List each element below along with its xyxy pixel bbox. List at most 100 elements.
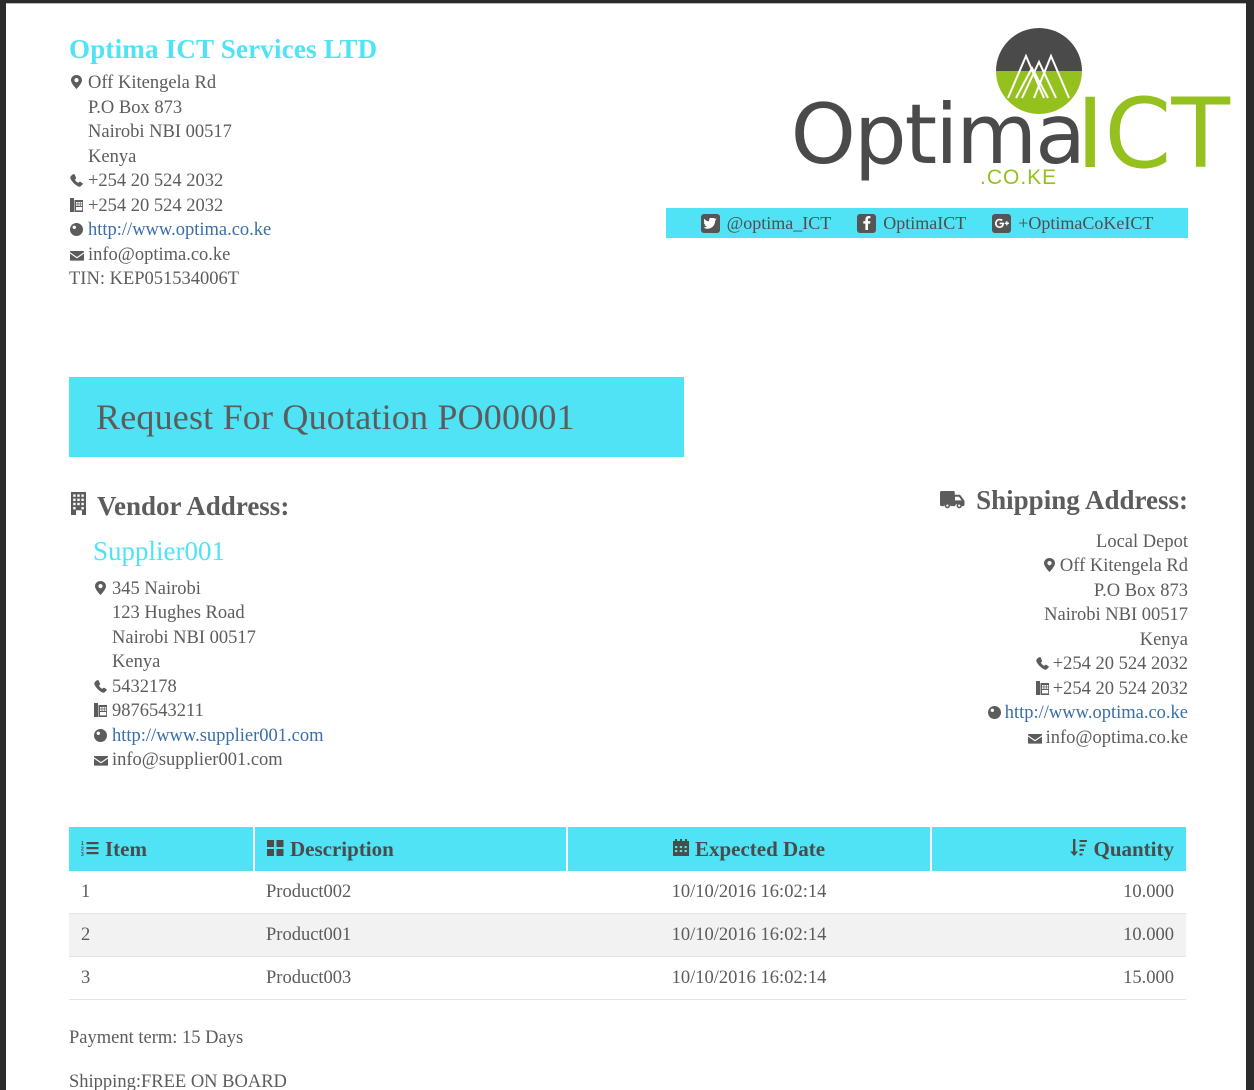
shipping-fax: +254 20 524 2032 <box>1052 678 1188 699</box>
logo-domain: .CO.KE <box>980 166 1058 189</box>
cell-description: Product002 <box>254 871 567 914</box>
vendor-website-row[interactable]: http://www.supplier001.com <box>93 724 589 749</box>
column-header-expected-date-label: Expected Date <box>694 836 826 861</box>
cell-item: 2 <box>69 913 254 957</box>
vendor-phone-row: 5432178 <box>93 675 589 700</box>
vendor-phone: 5432178 <box>112 676 177 697</box>
table-row: 3 Product003 10/10/2016 16:02:14 15.000 <box>69 956 1186 1000</box>
company-address-line: P.O Box 873 <box>88 97 183 118</box>
social-handle-facebook: OptimaICT <box>883 212 967 233</box>
company-address-line: Nairobi NBI 00517 <box>88 122 232 143</box>
globe-icon <box>93 728 108 742</box>
social-link-google-plus[interactable]: +OptimaCoKeICT <box>992 213 1153 234</box>
column-header-item[interactable]: 123 Item <box>69 827 255 871</box>
column-header-expected-date[interactable]: Expected Date <box>567 827 932 871</box>
company-website[interactable]: http://www.optima.co.ke <box>88 220 271 240</box>
company-email: info@optima.co.ke <box>88 244 231 265</box>
cell-expected-date: 10/10/2016 16:02:14 <box>567 956 931 1000</box>
shipping-website-row[interactable]: http://www.optima.co.ke <box>758 701 1188 726</box>
shipping-website[interactable]: http://www.optima.co.ke <box>1005 703 1188 723</box>
shipping-phone: +254 20 524 2032 <box>1052 654 1188 675</box>
cell-description: Product003 <box>254 956 567 1000</box>
fax-icon <box>93 703 108 718</box>
svg-text:3: 3 <box>81 852 84 856</box>
company-street: Off Kitengela Rd <box>88 73 217 94</box>
cell-quantity: 15.000 <box>931 956 1186 1000</box>
social-link-twitter[interactable]: @optima_ICT <box>700 212 832 234</box>
cell-description: Product001 <box>254 913 567 957</box>
vendor-address-line: 123 Hughes Road <box>112 603 245 624</box>
vendor-website[interactable]: http://www.supplier001.com <box>112 726 324 746</box>
vendor-email-row: info@supplier001.com <box>93 748 589 773</box>
vendor-street: 345 Nairobi <box>112 578 201 599</box>
cell-quantity: 10.000 <box>931 913 1186 957</box>
company-name: Optima ICT Services LTD <box>69 34 378 64</box>
company-address-line: Off Kitengela Rd <box>69 71 589 96</box>
list-ol-icon: 123 <box>81 837 99 862</box>
shipping-street: Off Kitengela Rd <box>1059 556 1188 577</box>
shipping-address-heading: Shipping Address: <box>758 485 1188 516</box>
shipping-address-line: Nairobi NBI 00517 <box>1044 605 1188 626</box>
company-fax: +254 20 524 2032 <box>88 195 224 216</box>
social-handle-google-plus: +OptimaCoKeICT <box>1018 212 1154 233</box>
truck-icon <box>940 486 967 516</box>
company-website-row[interactable]: http://www.optima.co.ke <box>69 218 589 243</box>
terms-section: Payment term: 15 Days Shipping:FREE ON B… <box>69 1026 769 1090</box>
cell-item: 1 <box>69 871 254 914</box>
shipping-email-row: info@optima.co.ke <box>758 726 1188 751</box>
cell-item: 3 <box>69 956 254 1000</box>
company-email-row: info@optima.co.ke <box>69 243 589 268</box>
vendor-email: info@supplier001.com <box>112 750 283 771</box>
sort-amount-down-icon <box>1069 837 1088 862</box>
company-phone: +254 20 524 2032 <box>88 171 224 192</box>
envelope-icon <box>1028 733 1043 744</box>
document-page: Optima ICT Services LTD Off Kitengela Rd… <box>6 3 1246 1090</box>
envelope-icon <box>93 756 108 766</box>
phone-icon <box>93 679 108 693</box>
column-header-item-label: Item <box>105 836 147 861</box>
vendor-address-heading-label: Vendor Address: <box>97 491 290 521</box>
document-viewer-frame: Optima ICT Services LTD Off Kitengela Rd… <box>0 0 1254 1090</box>
map-marker-icon <box>93 580 108 595</box>
company-phone-row: +254 20 524 2032 <box>69 169 589 194</box>
vendor-fax: 9876543211 <box>112 701 204 722</box>
column-header-description[interactable]: Description <box>254 827 568 871</box>
document-title: Request For Quotation PO00001 <box>96 397 575 437</box>
company-fax-row: +254 20 524 2032 <box>69 194 589 219</box>
social-link-facebook[interactable]: OptimaICT <box>857 213 966 234</box>
fax-icon <box>1035 680 1050 695</box>
company-logo: Optima .CO.KE ICT <box>784 26 1230 198</box>
shipping-address-line: P.O Box 873 <box>1093 580 1188 601</box>
shipping-email: info@optima.co.ke <box>1045 727 1188 748</box>
cell-quantity: 10.000 <box>931 871 1186 914</box>
google-plus-icon <box>992 213 1012 233</box>
cell-expected-date: 10/10/2016 16:02:14 <box>567 913 931 957</box>
vendor-address-line: Kenya <box>112 652 161 673</box>
map-marker-icon <box>69 75 84 90</box>
phone-icon <box>1035 657 1050 670</box>
vendor-address-line: Nairobi NBI 00517 <box>112 627 256 648</box>
twitter-icon <box>700 213 720 233</box>
vendor-address-line: 345 Nairobi <box>93 577 589 602</box>
envelope-icon <box>69 250 84 261</box>
phone-icon <box>69 174 84 187</box>
social-handle-twitter: @optima_ICT <box>726 212 832 233</box>
map-marker-icon <box>1042 558 1057 573</box>
document-title-banner: Request For Quotation PO00001 <box>69 377 684 457</box>
vendor-address-block: Vendor Address: Supplier001 345 Nairobi … <box>69 491 589 773</box>
shipping-address-heading-label: Shipping Address: <box>976 485 1188 515</box>
payment-term: Payment term: 15 Days <box>69 1028 244 1048</box>
column-header-quantity[interactable]: Quantity <box>931 827 1186 871</box>
logo-wordmark-ict: ICT <box>1076 78 1230 190</box>
table-row: 1 Product002 10/10/2016 16:02:14 10.000 <box>69 871 1186 914</box>
column-header-quantity-label: Quantity <box>1093 836 1174 861</box>
fax-icon <box>69 197 84 212</box>
calendar-icon <box>672 837 689 862</box>
social-links-bar: @optima_ICT OptimaICT +OptimaCoKeICT <box>666 208 1188 238</box>
shipping-address-line: Kenya <box>1139 629 1188 650</box>
shipping-fax-row: +254 20 524 2032 <box>758 677 1188 702</box>
shipping-name: Local Depot <box>1096 531 1188 552</box>
facebook-icon <box>857 213 877 233</box>
table-row: 2 Product001 10/10/2016 16:02:14 10.000 <box>69 913 1186 957</box>
th-large-icon <box>267 837 284 862</box>
